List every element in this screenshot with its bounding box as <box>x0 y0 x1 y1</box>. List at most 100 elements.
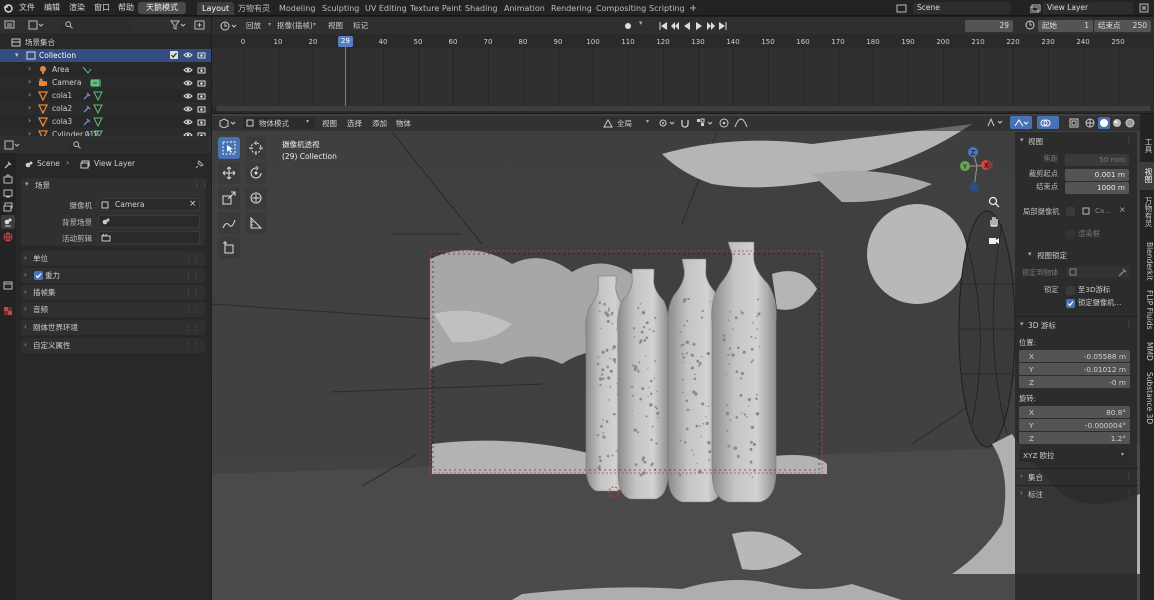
np-clip-end-field[interactable]: 1000 m <box>1065 182 1129 194</box>
scene-icon[interactable] <box>896 3 908 13</box>
outliner-item-label[interactable]: cola2 <box>52 104 72 113</box>
start-frame-field[interactable]: 起始 1 <box>1038 20 1093 32</box>
render-visibility-icon[interactable] <box>197 118 206 126</box>
new-collection-icon[interactable] <box>194 20 206 30</box>
gravity-grip-icon[interactable]: ⋮⋮ <box>185 268 200 283</box>
np-lock-chevron-icon[interactable]: ▾ <box>1028 250 1032 258</box>
outliner-expand-icon[interactable]: › <box>28 103 31 112</box>
add-workspace-button[interactable]: + <box>684 2 702 15</box>
vp-menu-object[interactable]: 物体 <box>396 117 411 131</box>
audio-section[interactable]: › 音频 ⋮⋮ <box>21 302 205 317</box>
side-tab-view[interactable]: 视图 <box>1140 168 1154 183</box>
view-layer-close-icon[interactable] <box>1138 3 1150 13</box>
collection-label[interactable]: Collection <box>39 51 76 60</box>
viewport-3d[interactable]: 物体模式 ▾ 视图 选择 添加 物体 全局 ▾ 摄像机透视 (29) Colle… <box>212 114 1140 600</box>
render-visibility-icon[interactable] <box>197 66 206 74</box>
transform-orient-icon[interactable] <box>603 119 613 128</box>
np-cursor-chevron-icon[interactable]: ▾ <box>1020 320 1024 328</box>
tab-compositing[interactable]: Compositing <box>591 2 651 15</box>
gravity-section[interactable]: › 重力 ⋮⋮ <box>21 268 205 283</box>
keying-sets-grip-icon[interactable]: ⋮⋮ <box>185 285 200 300</box>
shading-material-icon[interactable] <box>1112 118 1122 128</box>
snap-icon[interactable] <box>680 118 690 128</box>
output-tab-icon[interactable] <box>3 188 13 198</box>
render-visibility-icon[interactable] <box>197 92 206 100</box>
texture-tab-icon[interactable] <box>3 306 13 316</box>
np-lock-camera-checkbox[interactable] <box>1066 299 1075 308</box>
view-menu[interactable]: 视图 <box>328 20 343 31</box>
menu-file[interactable]: 文件 <box>19 0 35 16</box>
prev-key-icon[interactable] <box>670 21 680 31</box>
render-visibility-icon[interactable] <box>197 105 206 113</box>
vp-menu-add[interactable]: 添加 <box>372 117 387 131</box>
blender-logo-icon[interactable] <box>3 3 13 13</box>
np-view-title[interactable]: 视图 <box>1028 136 1043 147</box>
render-visibility-icon[interactable] <box>197 79 206 87</box>
tool-tab-icon[interactable] <box>3 160 13 170</box>
falloff-icon[interactable] <box>734 118 748 128</box>
visibility-eye-icon[interactable] <box>183 92 193 100</box>
jump-start-icon[interactable] <box>658 21 668 31</box>
np-annotation-grip-icon[interactable]: ⋮ <box>1125 489 1133 498</box>
pan-hand-icon[interactable] <box>988 215 1000 227</box>
camera-data-icon[interactable] <box>82 78 108 88</box>
properties-editor-icon[interactable] <box>4 140 20 150</box>
jump-end-icon[interactable] <box>718 21 728 31</box>
shading-rendered-icon[interactable] <box>1125 118 1135 128</box>
world-tab-icon[interactable] <box>3 232 13 242</box>
side-tab-substance[interactable]: Substance 3D <box>1140 372 1154 424</box>
proportional-edit-icon[interactable] <box>719 118 729 128</box>
current-frame-field[interactable]: 29 <box>965 20 1013 32</box>
properties-search-input[interactable] <box>68 139 206 151</box>
np-view-grip-icon[interactable]: ⋮ <box>1125 136 1133 145</box>
collection-eye-icon[interactable] <box>183 51 193 59</box>
timeline-scrollbar[interactable] <box>216 106 1151 111</box>
gravity-checkbox[interactable] <box>34 271 43 280</box>
outliner-item-label[interactable]: cola1 <box>52 91 72 100</box>
visibility-eye-icon[interactable] <box>183 66 193 74</box>
units-grip-icon[interactable]: ⋮⋮ <box>185 251 200 266</box>
display-mode-icon[interactable] <box>28 20 44 30</box>
snap-target-icon[interactable] <box>696 118 714 128</box>
tab-texture-paint[interactable]: Texture Paint <box>405 2 467 15</box>
vp-menu-select[interactable]: 选择 <box>347 117 362 131</box>
outliner-expand-icon[interactable]: › <box>28 116 31 125</box>
collection-tab-icon[interactable] <box>3 280 13 290</box>
breadcrumb-view-layer[interactable]: View Layer <box>94 159 135 168</box>
collection-expand-icon[interactable]: ▾ <box>15 51 19 59</box>
np-local-camera-checkbox[interactable] <box>1066 207 1075 216</box>
audio-grip-icon[interactable]: ⋮⋮ <box>185 302 200 317</box>
side-tab-flip-fluids[interactable]: FLIP Fluids <box>1140 290 1154 330</box>
outliner-item-label[interactable]: Area <box>52 65 69 74</box>
collection-render-icon[interactable] <box>197 51 206 59</box>
playhead-frame-label[interactable]: 29 <box>338 36 353 47</box>
np-collection-chevron-icon[interactable]: › <box>1020 472 1023 480</box>
np-collection-title[interactable]: 集合 <box>1028 472 1043 483</box>
active-clip-field[interactable] <box>98 231 200 244</box>
np-clip-start-field[interactable]: 0.001 m <box>1065 169 1129 181</box>
scene-section-chevron-icon[interactable]: ▾ <box>25 180 29 188</box>
units-section[interactable]: › 单位 ⋮⋮ <box>21 251 205 266</box>
outliner-item-label[interactable]: cola3 <box>52 117 72 126</box>
keying-menu[interactable]: 抠像(插帧) <box>277 20 313 31</box>
play-reverse-icon[interactable] <box>682 21 692 31</box>
modifier-and-mesh-data-icon[interactable] <box>82 117 108 127</box>
scene-name-field[interactable]: Scene <box>913 2 1010 14</box>
np-view-chevron-icon[interactable]: ▾ <box>1020 136 1024 144</box>
modifier-and-mesh-data-icon[interactable] <box>82 104 108 114</box>
side-tab-tool[interactable]: 工具 <box>1140 138 1154 153</box>
filter-icon[interactable] <box>170 20 186 30</box>
shading-solid-icon[interactable] <box>1098 117 1110 129</box>
pin-icon[interactable] <box>195 159 205 169</box>
tab-shading[interactable]: Shading <box>460 2 503 15</box>
outliner-item-label[interactable]: Camera <box>52 78 81 87</box>
shading-wire-icon[interactable] <box>1085 118 1095 128</box>
viewport-editor-icon[interactable] <box>219 118 237 128</box>
np-local-camera-clear-icon[interactable]: × <box>1119 205 1126 214</box>
np-cursor-title[interactable]: 3D 游标 <box>1028 320 1056 331</box>
bg-scene-field[interactable] <box>98 215 200 228</box>
vp-menu-view[interactable]: 视图 <box>322 117 337 131</box>
render-tab-icon[interactable] <box>3 174 13 184</box>
np-view-lock-title[interactable]: 视图锁定 <box>1037 250 1067 261</box>
side-tab-wanwu[interactable]: 万物有灵 <box>1140 197 1154 227</box>
